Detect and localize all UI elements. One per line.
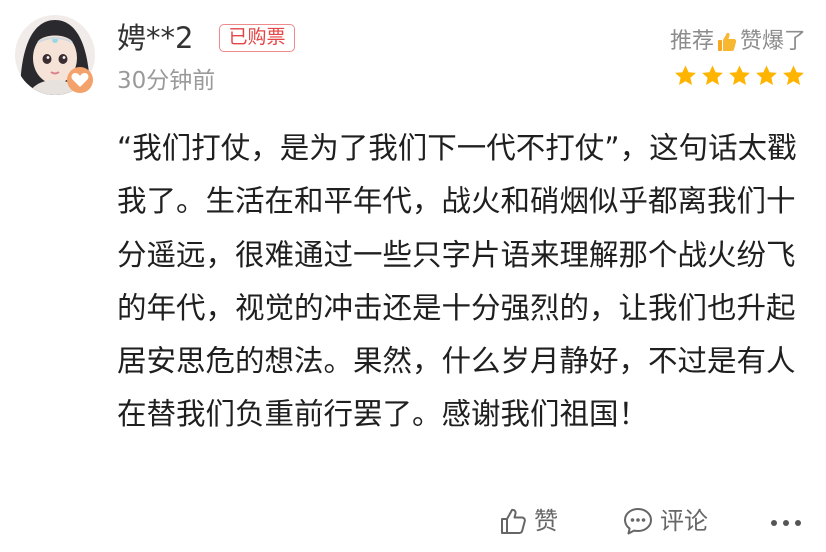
recommend-label: 推荐 赞爆了 [670, 28, 806, 56]
purchased-badge: 已购票 [219, 24, 295, 52]
star-icon [729, 65, 750, 85]
more-dot [783, 520, 789, 526]
review-content: “我们打仗，是为了我们下一代不打仗”，这句话太戳我了。生活在和平年代，战火和硝烟… [117, 131, 797, 432]
star-icon [702, 65, 723, 85]
star-icon [783, 65, 804, 85]
like-icon [501, 508, 526, 534]
like-button[interactable]: 赞 [498, 506, 558, 536]
avatar[interactable] [14, 14, 96, 96]
star-icon [756, 65, 777, 85]
username[interactable]: 娉**2 [117, 20, 193, 56]
recommend-prefix: 推荐 [669, 29, 714, 54]
comment-label: 评论 [660, 507, 708, 535]
more-icon[interactable] [771, 520, 801, 526]
recommend-suffix: 赞爆了 [739, 29, 806, 54]
star-icon [675, 65, 696, 85]
more-dot [771, 520, 777, 526]
comment-icon [624, 508, 652, 535]
comment-button[interactable]: 评论 [622, 506, 708, 536]
rating-stars [673, 64, 806, 88]
action-bar: 赞 评论 [0, 500, 826, 546]
like-label: 赞 [534, 507, 558, 535]
post-time: 30分钟前 [117, 68, 216, 94]
thumbs-up-icon [715, 30, 739, 54]
more-dot [795, 520, 801, 526]
